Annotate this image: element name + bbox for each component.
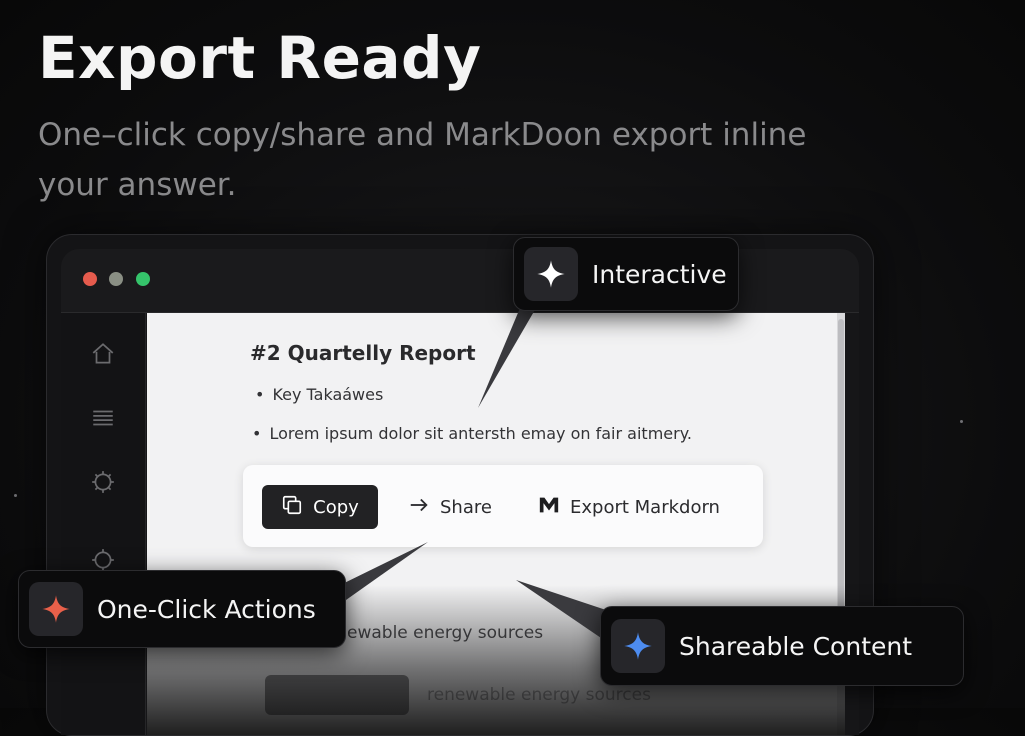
callout-label: Shareable Content xyxy=(679,631,913,661)
callout-label: Interactive xyxy=(592,259,727,289)
export-markdown-button[interactable]: Export Markdorn xyxy=(538,485,720,529)
action-bar: Copy Share Export Markdorn xyxy=(243,465,763,547)
page-subtitle: One–click copy/share and MarkDoon export… xyxy=(38,117,807,203)
export-button-label: Export Markdorn xyxy=(570,496,720,518)
callout-one-click-actions: One-Click Actions xyxy=(18,570,346,648)
scrollbar-thumb[interactable] xyxy=(838,319,844,649)
minimize-window-button[interactable] xyxy=(109,272,123,286)
page-title: Export Ready xyxy=(38,24,482,92)
document-bullet: Lorem ipsum dolor sit antersth emay on f… xyxy=(252,424,692,443)
copy-button-label: Copy xyxy=(313,496,359,518)
arrow-right-icon xyxy=(408,494,430,521)
share-button-label: Share xyxy=(440,496,492,518)
sparkle-icon xyxy=(524,247,578,301)
callout-shareable-content: Shareable Content xyxy=(600,606,964,686)
faded-button xyxy=(265,675,409,715)
document-title: #2 Quartelly Report xyxy=(250,341,476,365)
faded-text-line: renewable energy sources xyxy=(427,685,651,705)
callout-label: One-Click Actions xyxy=(97,594,316,624)
faded-text-line: ewable energy sources xyxy=(347,623,544,643)
zoom-window-button[interactable] xyxy=(136,272,150,286)
menu-lines-icon[interactable] xyxy=(90,405,116,431)
callout-interactive: Interactive xyxy=(513,237,739,311)
markdown-icon xyxy=(538,494,560,521)
background-sparkle xyxy=(14,494,17,497)
copy-button[interactable]: Copy xyxy=(262,485,378,529)
document-bullet: Key Takaáwes xyxy=(255,385,383,404)
close-window-button[interactable] xyxy=(83,272,97,286)
sparkle-icon xyxy=(611,619,665,673)
window-titlebar xyxy=(61,249,859,313)
home-icon[interactable] xyxy=(90,341,116,367)
background-sparkle xyxy=(960,420,963,423)
copy-icon xyxy=(281,494,303,521)
settings-gear-icon[interactable] xyxy=(90,469,116,495)
sparkle-icon xyxy=(29,582,83,636)
share-button[interactable]: Share xyxy=(408,485,492,529)
sidebar xyxy=(61,313,146,735)
